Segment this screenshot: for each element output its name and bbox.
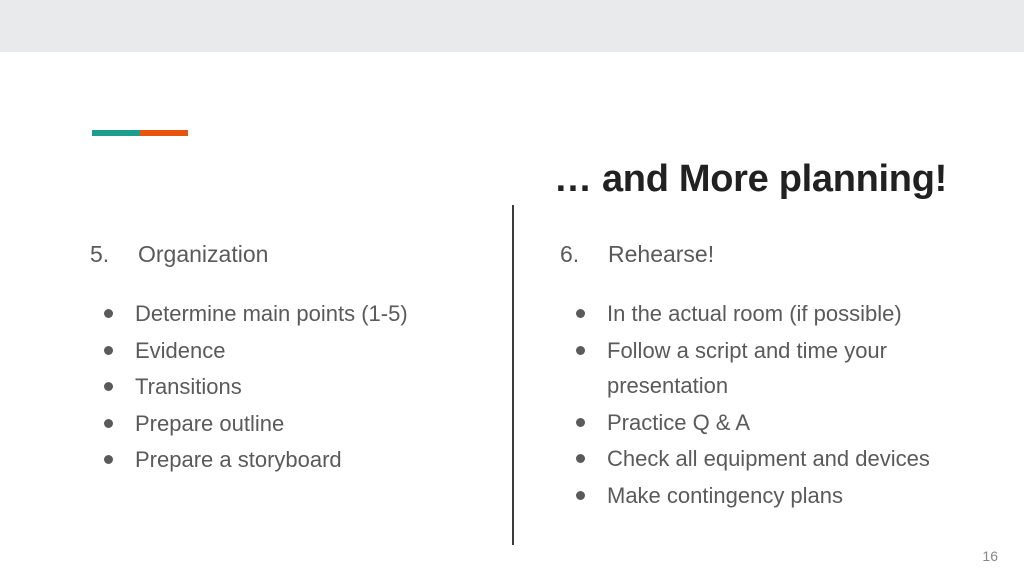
bullet-dot-icon bbox=[576, 491, 585, 501]
list-item-label: Follow a script and time your presentati… bbox=[607, 337, 887, 399]
list-item-label: Transitions bbox=[135, 374, 242, 400]
left-column: 5. Organization Determine main points (1… bbox=[90, 240, 490, 479]
accent-bar bbox=[92, 130, 188, 136]
list-item-label: Prepare outline bbox=[135, 410, 285, 436]
right-column-bullet-list: In the actual room (if possible) Follow … bbox=[560, 296, 980, 514]
left-column-number: 5. bbox=[90, 241, 110, 267]
right-column-heading: 6. Rehearse! bbox=[560, 240, 980, 270]
list-item: Determine main points (1-5) bbox=[90, 296, 490, 332]
left-column-heading: 5. Organization bbox=[90, 240, 490, 270]
column-divider bbox=[512, 205, 514, 545]
right-column: 6. Rehearse! In the actual room (if poss… bbox=[560, 240, 980, 515]
right-column-heading-text: Rehearse! bbox=[608, 241, 715, 267]
list-item: Transitions bbox=[90, 369, 490, 405]
page-number: 16 bbox=[982, 548, 998, 564]
bullet-dot-icon bbox=[576, 308, 585, 318]
bullet-dot-icon bbox=[104, 345, 113, 355]
bullet-dot-icon bbox=[104, 418, 113, 428]
top-gray-band bbox=[0, 0, 1024, 52]
list-item-label: Prepare a storyboard bbox=[135, 447, 342, 473]
list-item-label: In the actual room (if possible) bbox=[607, 300, 902, 326]
bullet-dot-icon bbox=[576, 454, 585, 464]
list-item: Make contingency plans bbox=[560, 478, 980, 514]
accent-bar-orange-segment bbox=[140, 130, 188, 136]
bullet-dot-icon bbox=[104, 308, 113, 318]
list-item: Follow a script and time your presentati… bbox=[560, 333, 980, 404]
list-item-label: Make contingency plans bbox=[607, 483, 844, 509]
bullet-dot-icon bbox=[104, 382, 113, 392]
list-item: In the actual room (if possible) bbox=[560, 296, 980, 332]
list-item-label: Check all equipment and devices bbox=[607, 446, 930, 472]
list-item: Prepare outline bbox=[90, 406, 490, 442]
list-item-label: Evidence bbox=[135, 337, 226, 363]
list-item: Check all equipment and devices bbox=[560, 441, 980, 477]
list-item-label: Practice Q & A bbox=[607, 409, 751, 435]
bullet-dot-icon bbox=[576, 345, 585, 355]
list-item: Prepare a storyboard bbox=[90, 442, 490, 478]
list-item: Practice Q & A bbox=[560, 405, 980, 441]
right-column-number: 6. bbox=[560, 241, 580, 267]
accent-bar-teal-segment bbox=[92, 130, 140, 136]
bullet-dot-icon bbox=[104, 455, 113, 465]
list-item: Evidence bbox=[90, 333, 490, 369]
list-item-label: Determine main points (1-5) bbox=[135, 300, 408, 326]
page-title: … and More planning! bbox=[554, 158, 947, 200]
left-column-heading-text: Organization bbox=[138, 241, 269, 267]
left-column-bullet-list: Determine main points (1-5) Evidence Tra… bbox=[90, 296, 490, 478]
bullet-dot-icon bbox=[576, 417, 585, 427]
slide: … and More planning! 5. Organization Det… bbox=[0, 0, 1024, 576]
